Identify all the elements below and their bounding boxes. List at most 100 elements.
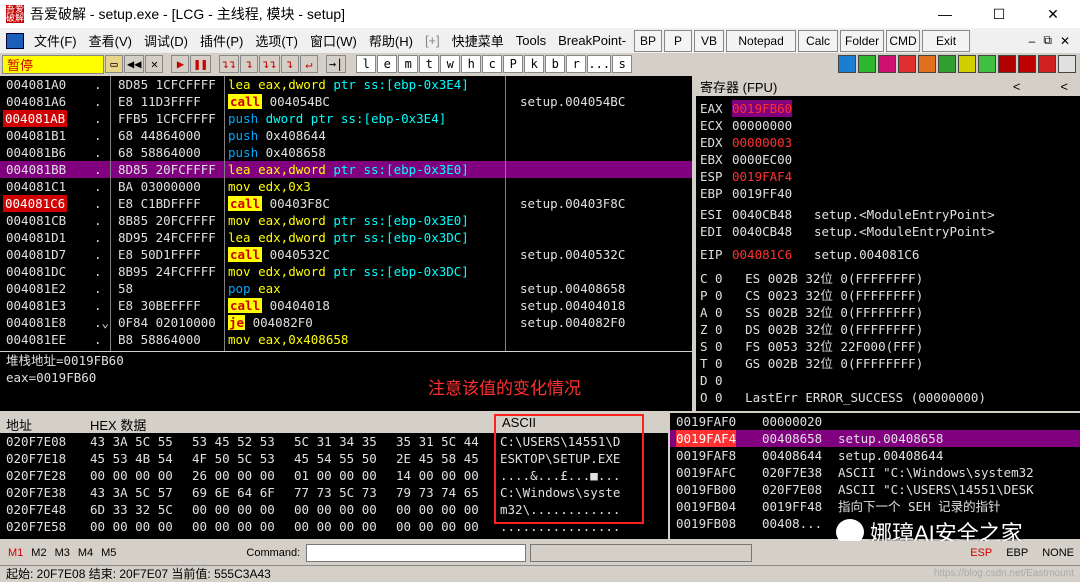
dump-col-ascii[interactable]: ASCII [502, 415, 536, 430]
register-edi[interactable]: EDI 0040CB48 setup.<ModuleEntryPoint> [700, 223, 995, 240]
disasm-row[interactable]: 004081C1. BA 03000000 mov edx,0x3 [0, 178, 692, 195]
flag-row[interactable]: O 0 LastErr ERROR_SUCCESS (00000000) [700, 389, 986, 406]
maximize-button[interactable]: ☐ [972, 0, 1026, 28]
minimize-button[interactable]: — [918, 0, 972, 28]
registers-prev-icon[interactable]: < [1013, 79, 1021, 94]
dump-row[interactable]: 020F7E58 00 00 00 00 00 00 00 00 00 00 00 0… [0, 518, 668, 535]
modules-window-button[interactable]: e [377, 55, 398, 73]
source-window-button[interactable]: s [612, 55, 633, 73]
menu-plus[interactable]: [+] [419, 33, 446, 48]
menu-options[interactable]: 选项(T) [249, 31, 304, 50]
flag-row[interactable]: D 0 [700, 372, 723, 389]
menu-file[interactable]: 文件(F) [28, 31, 83, 50]
stack-row[interactable]: 0019FAFC 020F7E38 ASCII "C:\Windows\system… [670, 464, 1080, 481]
register-value[interactable]: 0000EC00 [732, 151, 792, 168]
registers-next-icon[interactable]: < [1060, 79, 1068, 94]
register-value[interactable]: 0019FF40 [732, 185, 792, 202]
register-value[interactable]: 0019FAF4 [732, 168, 792, 185]
trace-over-icon[interactable]: ↴ [280, 55, 299, 73]
log-window-button[interactable]: l [356, 55, 377, 73]
execute-till-return-icon[interactable]: ↵ [299, 55, 318, 73]
register-esi[interactable]: ESI 0040CB48 setup.<ModuleEntryPoint> [700, 206, 995, 223]
register-value[interactable]: 00000000 [732, 117, 792, 134]
disasm-row[interactable]: 004081A0. 8D85 1CFCFFFF lea eax,dword ptr … [0, 76, 692, 93]
mdi-minimize-icon[interactable]: – [1029, 34, 1036, 48]
disasm-row[interactable]: 004081C6. E8 C1BDFFFF call 00403F8C setup.0… [0, 195, 692, 212]
menu-plugins[interactable]: 插件(P) [194, 31, 249, 50]
dump-col-hex[interactable]: HEX 数据 [90, 415, 146, 434]
disasm-row[interactable]: 004081CB. 8B85 20FCFFFF mov eax,dword ptr … [0, 212, 692, 229]
plugin-icon-11[interactable] [1038, 55, 1056, 73]
plugin-icon-9[interactable] [998, 55, 1016, 73]
run-trace-window-button[interactable]: ... [587, 55, 612, 73]
plugin-cmd-button[interactable]: CMD [886, 29, 921, 52]
register-ecx[interactable]: ECX 00000000 [700, 117, 792, 134]
dump-col-address[interactable]: 地址 [6, 415, 32, 434]
plugin-icon-3[interactable] [878, 55, 896, 73]
close-button[interactable]: ✕ [1026, 0, 1080, 28]
plugin-icon-10[interactable] [1018, 55, 1036, 73]
plugin-icon-4[interactable] [898, 55, 916, 73]
stack-row[interactable]: 0019FAF8 00408644 setup.00408644 [670, 447, 1080, 464]
follow-ebp-button[interactable]: EBP [1006, 547, 1028, 559]
disasm-row[interactable]: 004081E8 .⌄ 0F84 02010000 je 004082F0 setup.… [0, 314, 692, 331]
flag-row[interactable]: P 0 CS 0023 32位 0(FFFFFFFF) [700, 287, 923, 304]
register-value[interactable]: 00000003 [732, 134, 792, 151]
menu-window[interactable]: 窗口(W) [304, 31, 363, 50]
flag-row[interactable]: A 0 SS 002B 32位 0(FFFFFFFF) [700, 304, 923, 321]
pause-icon[interactable]: ❚❚ [190, 55, 211, 73]
step-into-icon[interactable]: ↴↴ [218, 55, 240, 73]
menu-tools[interactable]: Tools [510, 33, 552, 48]
plugin-icon-7[interactable] [958, 55, 976, 73]
disasm-row[interactable]: 004081D7. E8 50D1FFFF call 0040532C setup.0… [0, 246, 692, 263]
stack-row[interactable]: 0019FB00 020F7E08 ASCII "C:\USERS\14551\DE… [670, 481, 1080, 498]
callstack-window-button[interactable]: k [524, 55, 545, 73]
plugin-vb-button[interactable]: VB [694, 29, 725, 52]
disasm-row[interactable]: 004081EE. B8 58864000 mov eax,0x408658 [0, 331, 692, 348]
patches-window-button[interactable]: P [503, 55, 524, 73]
disasm-row[interactable]: 004081A6. E8 11D3FFFF call 004054BC setup.0… [0, 93, 692, 110]
trace-into-icon[interactable]: ↴↴ [259, 55, 280, 73]
breakpoints-window-button[interactable]: b [545, 55, 566, 73]
windows-window-button[interactable]: w [440, 55, 461, 73]
plugin-icon-5[interactable] [918, 55, 936, 73]
mdi-restore-icon[interactable]: ⧉ [1043, 33, 1052, 48]
disasm-row[interactable]: 004081E2. 58 pop eax setup.00408658 [0, 280, 692, 297]
memory-tab-m5[interactable]: M5 [101, 547, 116, 559]
plugin-icon-6[interactable] [938, 55, 956, 73]
register-eip[interactable]: EIP 004081C6 setup.004081C6 [700, 246, 919, 263]
flag-row[interactable]: C 0 ES 002B 32位 0(FFFFFFFF) [700, 270, 923, 287]
threads-window-button[interactable]: t [419, 55, 440, 73]
plugin-icon-1[interactable] [838, 55, 856, 73]
dump-row[interactable]: 020F7E28 00 00 00 00 26 00 00 00 01 00 00 0… [0, 467, 668, 484]
disasm-row[interactable]: 004081B1. 68 44864000 push 0x408644 [0, 127, 692, 144]
disasm-row[interactable]: 004081BB. 8D85 20FCFFFF lea eax,dword ptr … [0, 161, 692, 178]
dump-row[interactable]: 020F7E48 6D 33 32 5C 00 00 00 00 00 00 00 0… [0, 501, 668, 518]
flag-row[interactable]: T 0 GS 002B 32位 0(FFFFFFFF) [700, 355, 923, 372]
flag-row[interactable]: Z 0 DS 002B 32位 0(FFFFFFFF) [700, 321, 923, 338]
dump-row[interactable]: 020F7E18 45 53 4B 54 4F 50 5C 53 45 54 55 5… [0, 450, 668, 467]
cpu-window-button[interactable]: c [482, 55, 503, 73]
plugin-notepad-button[interactable]: Notepad [726, 29, 797, 52]
plugin-bp-button[interactable]: BP [634, 29, 663, 52]
memory-tab-m1[interactable]: M1 [8, 547, 23, 559]
follow-esp-button[interactable]: ESP [970, 547, 992, 559]
step-over-icon[interactable]: ↴ [240, 55, 259, 73]
register-ebx[interactable]: EBX 0000EC00 [700, 151, 792, 168]
memory-window-button[interactable]: m [398, 55, 419, 73]
register-value[interactable]: 0040CB48 [732, 206, 792, 223]
mdi-close-icon[interactable]: ✕ [1060, 34, 1070, 48]
rewind-icon[interactable]: ◀◀ [124, 55, 145, 73]
register-value[interactable]: 0040CB48 [732, 223, 792, 240]
plugin-exit-button[interactable]: Exit [922, 29, 971, 52]
close-debug-icon[interactable]: ✕ [145, 55, 164, 73]
stack-row[interactable]: 0019FB04 0019FF48 指向下一个 SEH 记录的指针 [670, 498, 1080, 515]
stack-row[interactable]: 0019FAF4 00408658 setup.00408658 [670, 430, 1080, 447]
flag-row[interactable]: S 0 FS 0053 32位 22F000(FFF) [700, 338, 923, 355]
register-esp[interactable]: ESP 0019FAF4 [700, 168, 792, 185]
plugin-icon-8[interactable] [978, 55, 996, 73]
run-icon[interactable]: ▶ [171, 55, 190, 73]
menu-debug[interactable]: 调试(D) [138, 31, 194, 50]
register-edx[interactable]: EDX 00000003 [700, 134, 792, 151]
follow-none-button[interactable]: NONE [1042, 547, 1074, 559]
